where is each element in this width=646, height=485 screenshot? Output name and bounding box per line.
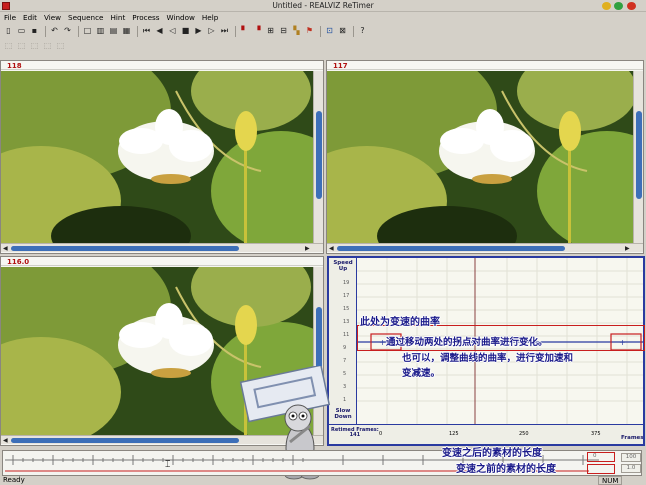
y-tick: 9 bbox=[343, 345, 347, 351]
menu-file[interactable]: File bbox=[2, 12, 21, 23]
process-icon[interactable]: ⊡ bbox=[324, 26, 335, 37]
x-tick: 250 bbox=[519, 431, 529, 437]
y-tick: 13 bbox=[343, 319, 350, 325]
mark-out-icon[interactable]: ▝ bbox=[252, 26, 263, 37]
step-forward-icon[interactable]: ▷ bbox=[206, 26, 217, 37]
step-back-icon[interactable]: ◀ bbox=[154, 26, 165, 37]
layout-single-icon[interactable]: □ bbox=[82, 26, 93, 37]
first-frame-icon[interactable]: ⏮ bbox=[141, 26, 152, 37]
render-icon[interactable]: ⊠ bbox=[337, 26, 348, 37]
color-icon[interactable]: ▚ bbox=[291, 26, 302, 37]
menu-hint[interactable]: Hint bbox=[108, 12, 130, 23]
menu-bar: File Edit View Sequence Hint Process Win… bbox=[0, 12, 646, 23]
frames-label: Frames bbox=[621, 435, 644, 441]
x-tick: 375 bbox=[591, 431, 601, 437]
drag-note-2: 也可以，调整曲线的曲率，进行变加速和 bbox=[402, 353, 574, 364]
horizontal-scrollbar[interactable]: ◀ ▶ bbox=[1, 243, 323, 252]
layout-rows-icon[interactable]: ▤ bbox=[108, 26, 119, 37]
y-tick: 11 bbox=[343, 332, 350, 338]
y-tick: 19 bbox=[343, 280, 350, 286]
window-title: Untitled - REALVIZ ReTimer bbox=[272, 1, 374, 10]
save-icon[interactable]: ▪ bbox=[29, 26, 40, 37]
move-icon[interactable]: ⬚ bbox=[16, 41, 27, 52]
select-icon[interactable]: ⬚ bbox=[3, 41, 14, 52]
status-bar: Ready NUM bbox=[0, 476, 646, 485]
play-back-icon[interactable]: ◁ bbox=[167, 26, 178, 37]
timeline-field-1[interactable]: 0 bbox=[593, 453, 597, 459]
timeline-field-2[interactable]: 100 bbox=[621, 453, 641, 462]
y-tick: 15 bbox=[343, 306, 350, 312]
view-icon[interactable]: ⬚ bbox=[42, 41, 53, 52]
viewer-top-right[interactable]: 117 ◀ ▶ bbox=[326, 60, 644, 254]
svg-text:⌶: ⌶ bbox=[165, 460, 170, 470]
title-bar: Untitled - REALVIZ ReTimer bbox=[0, 0, 646, 12]
status-text: Ready bbox=[3, 476, 25, 484]
lotus-image bbox=[327, 71, 633, 243]
hint-icon[interactable]: ⊟ bbox=[278, 26, 289, 37]
zoom-icon[interactable]: ⬚ bbox=[29, 41, 40, 52]
lotus-image bbox=[1, 71, 313, 243]
speed-curve-note: 此处为变速的曲率 bbox=[360, 317, 440, 328]
redo-icon[interactable]: ↷ bbox=[62, 26, 73, 37]
y-tick: 7 bbox=[343, 358, 347, 364]
clip-icon[interactable]: ⊞ bbox=[265, 26, 276, 37]
y-tick: 5 bbox=[343, 371, 347, 377]
num-lock-indicator: NUM bbox=[598, 476, 623, 485]
layout-split-icon[interactable]: ▥ bbox=[95, 26, 106, 37]
y-tick: 3 bbox=[343, 384, 347, 390]
speed-up-label: Speed Up bbox=[333, 260, 353, 272]
drag-note-3: 变减速。 bbox=[402, 368, 441, 379]
length-before-note: 变速之前的素材的长度 bbox=[456, 464, 556, 475]
menu-help[interactable]: Help bbox=[200, 12, 223, 23]
y-tick: 1 bbox=[343, 397, 347, 403]
drag-note-1: 通过移动两处的拐点对曲率进行变化。 bbox=[386, 337, 548, 348]
menu-window[interactable]: Window bbox=[165, 12, 200, 23]
help-icon[interactable]: ? bbox=[357, 26, 368, 37]
stop-icon[interactable]: ■ bbox=[180, 26, 191, 37]
minimize-button[interactable] bbox=[602, 2, 611, 10]
close-button[interactable] bbox=[627, 2, 636, 10]
play-icon[interactable]: ▶ bbox=[193, 26, 204, 37]
vertical-scrollbar[interactable] bbox=[633, 71, 643, 243]
menu-sequence[interactable]: Sequence bbox=[66, 12, 108, 23]
menu-view[interactable]: View bbox=[42, 12, 66, 23]
timeline-field-3[interactable]: 1.0 bbox=[621, 464, 641, 473]
length-after-marker bbox=[587, 452, 615, 462]
vertical-scrollbar[interactable] bbox=[313, 71, 323, 243]
last-frame-icon[interactable]: ⏭ bbox=[219, 26, 230, 37]
flag-icon[interactable]: ⚑ bbox=[304, 26, 315, 37]
undo-icon[interactable]: ↶ bbox=[49, 26, 60, 37]
y-tick: 17 bbox=[343, 293, 350, 299]
x-tick: 125 bbox=[449, 431, 459, 437]
length-before-marker bbox=[587, 464, 615, 474]
length-after-note: 变速之后的素材的长度 bbox=[442, 448, 542, 459]
application-window: Untitled - REALVIZ ReTimer File Edit Vie… bbox=[0, 0, 646, 485]
mark-in-icon[interactable]: ▘ bbox=[239, 26, 250, 37]
main-toolbar: ▯ ▭ ▪ ↶ ↷ □ ▥ ▤ ▦ ⏮ ◀ ◁ ■ ▶ ▷ ⏭ ▘ ▝ ⊞ ⊟ … bbox=[0, 24, 646, 38]
menu-process[interactable]: Process bbox=[130, 12, 164, 23]
x-tick: 0 bbox=[379, 431, 383, 437]
layout-grid-icon[interactable]: ▦ bbox=[121, 26, 132, 37]
maximize-button[interactable] bbox=[614, 2, 623, 10]
menu-edit[interactable]: Edit bbox=[21, 12, 42, 23]
viewer-top-left[interactable]: 118 ◀ ▶ bbox=[0, 60, 324, 254]
display-icon[interactable]: ⬚ bbox=[55, 41, 66, 52]
open-folder-icon[interactable]: ▭ bbox=[16, 26, 27, 37]
horizontal-scrollbar[interactable]: ◀ ▶ bbox=[327, 243, 643, 252]
new-file-icon[interactable]: ▯ bbox=[3, 26, 14, 37]
secondary-toolbar: ⬚ ⬚ ⬚ ⬚ ⬚ bbox=[0, 39, 646, 53]
